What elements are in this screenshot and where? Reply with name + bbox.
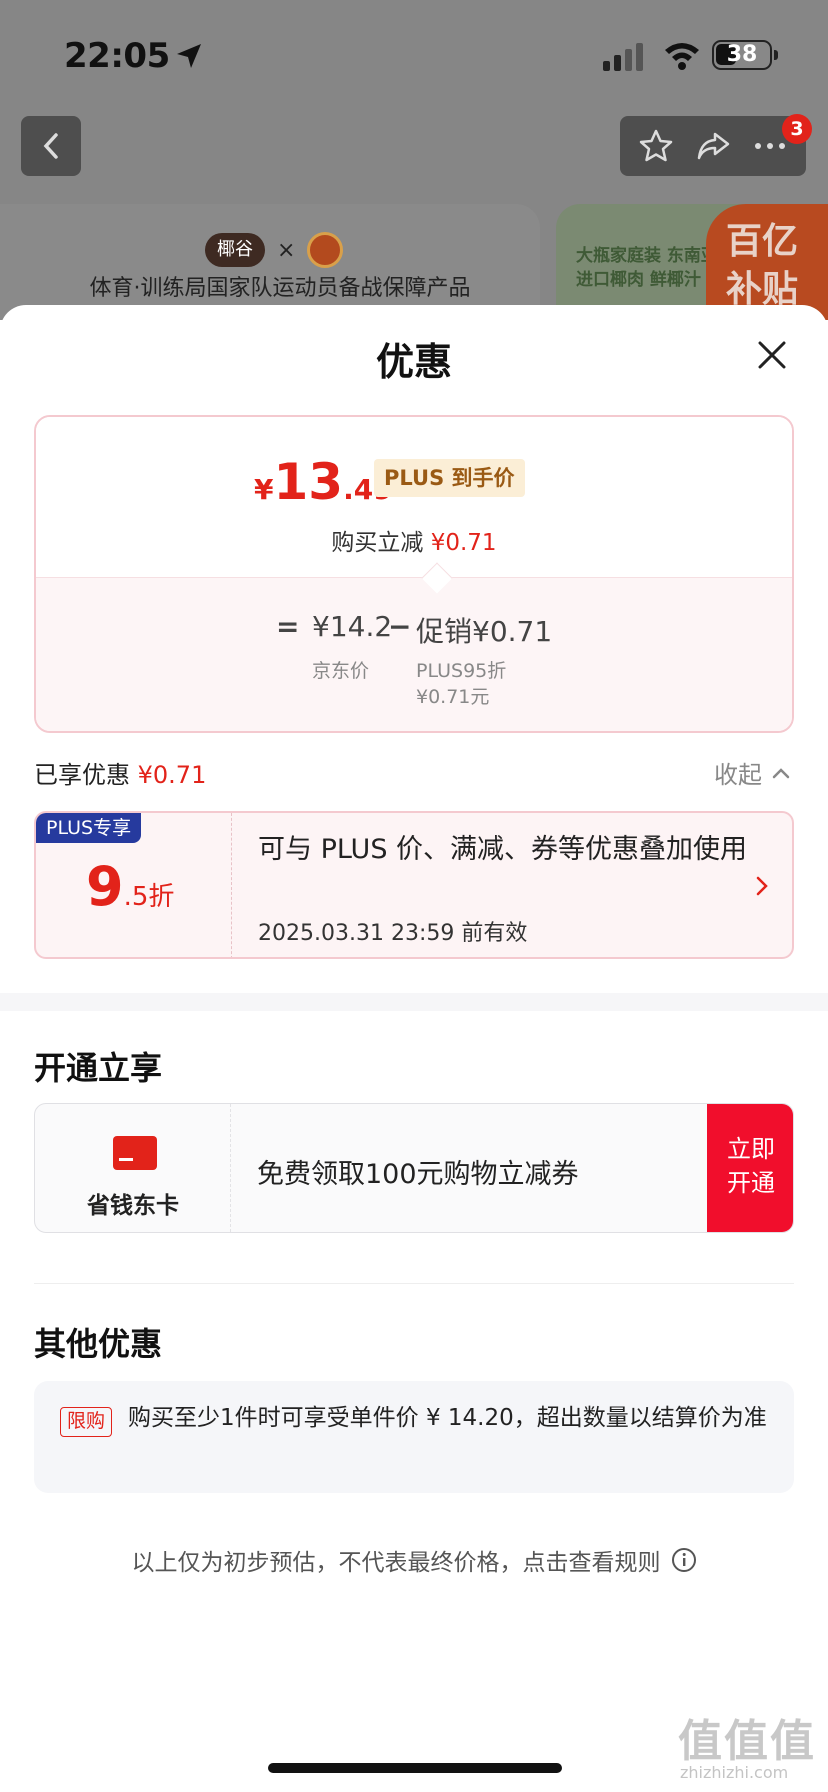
enjoyed-discount: 已享优惠 ¥0.71 [34,755,206,790]
thin-divider [34,1283,794,1284]
plus-coupon-card[interactable]: PLUS专享 9 .5折 可与 PLUS 价、满减、券等优惠叠加使用 2025.… [34,811,794,959]
plus-discount-amount: ¥0.71元 [416,686,490,708]
brand-logo: 椰谷 [205,233,265,267]
wifi-icon [665,43,699,70]
credit-card-icon [113,1136,157,1170]
chevron-right-icon [756,876,768,896]
price-yen: ¥ [254,473,274,506]
coupon-description: 可与 PLUS 价、满减、券等优惠叠加使用 [258,834,748,865]
final-price: ¥ 13 .49 [254,453,393,511]
back-button[interactable] [21,116,81,176]
location-arrow-icon [177,44,201,68]
battery-percent: 38 [726,42,758,67]
minus-sign: − [388,610,412,643]
favorite-button[interactable] [636,126,676,166]
coupon-validity: 2025.03.31 23:59 前有效 [258,921,528,946]
coupon-discount: 9 .5折 [86,855,174,918]
home-indicator [268,1763,562,1773]
plus-price-tag: PLUS 到手价 [374,459,525,497]
jd-price-label: 京东价 [312,660,370,682]
final-price-section: ¥ 13 .49 PLUS 到手价 购买立减 ¥0.71 [36,417,792,577]
section-divider [0,993,828,1011]
brand-slogan: 体育·训练局国家队运动员备战保障产品 [89,276,471,301]
limit-text: 购买至少1件时可享受单件价 ¥ 14.20，超出数量以结算价为准 [128,1405,767,1431]
brand-cross: × [277,237,296,263]
battery-cap [774,50,778,60]
close-icon [758,341,786,369]
purchase-limit-card: 限购 购买至少1件时可享受单件价 ¥ 14.20，超出数量以结算价为准 [34,1381,794,1493]
product-image-text: 大瓶家庭装 东南亚进口椰肉 鲜椰汁 [576,246,718,290]
top-action-group [620,116,806,176]
rules-link[interactable]: 以上仅为初步预估，不代表最终价格，点击查看规则 [0,1543,828,1577]
reduction-label: 购买立减 [331,530,424,556]
star-icon [640,129,673,162]
saver-card-offer: 省钱东卡 免费领取100元购物立减券 立即开通 [34,1103,794,1233]
plus-discount-rate: PLUS95折 [416,660,507,682]
status-bar: 22:05 38 [0,0,828,110]
price-calc-section: = ¥14.2 − 促销¥0.71 京东价 PLUS95折 ¥0.71元 [36,577,792,731]
enjoyed-label: 已享优惠 [34,761,130,789]
subsidy-badge: 百亿补贴 [706,204,828,320]
product-image-banner: 大瓶家庭装 东南亚进口椰肉 鲜椰汁 百亿补贴 [556,204,828,320]
saver-card-name: 省钱东卡 [87,1193,179,1219]
national-team-seal-icon [307,232,344,268]
discount-fraction: .5折 [123,882,175,912]
open-section-title: 开通立享 [34,1049,163,1087]
plus-exclusive-tag: PLUS专享 [36,813,142,843]
discount-sheet: 优惠 ¥ 13 .49 PLUS 到手价 购买立减 ¥0.71 = ¥14.2 … [0,305,828,1792]
coupon-discount-area: PLUS专享 9 .5折 [36,813,232,957]
promo-value: 促销¥0.71 [416,615,553,648]
reduction-amount: ¥0.71 [430,530,497,556]
open-now-button[interactable]: 立即开通 [707,1104,793,1232]
price-breakdown-card: ¥ 13 .49 PLUS 到手价 购买立减 ¥0.71 = ¥14.2 − 促… [34,415,794,733]
price-integer: 13 [273,453,344,511]
cellular-signal-icon [603,43,643,71]
collapse-button[interactable]: 收起 [714,755,790,790]
battery-icon: 38 [712,40,772,70]
instant-reduction: 购买立减 ¥0.71 [36,523,792,557]
more-dots-icon [754,143,785,149]
share-button[interactable] [693,126,733,166]
jd-price-value: ¥14.2 [312,610,393,643]
status-time: 22:05 [64,36,170,76]
share-icon [697,132,730,160]
chevron-left-icon [43,133,58,159]
brand-row: 椰谷 × [205,232,344,268]
close-button[interactable] [752,335,792,375]
other-section-title: 其他优惠 [34,1325,163,1363]
info-icon [671,1548,696,1572]
chevron-up-icon [772,767,790,778]
limit-tag: 限购 [60,1407,113,1437]
watermark-url: zhizhizhi.com [680,1763,789,1782]
equals-sign: = [276,610,300,643]
saver-card-desc: 免费领取100元购物立减券 [257,1159,579,1190]
watermark: 值值值 [678,1716,816,1767]
disclaimer-text: 以上仅为初步预估，不代表最终价格，点击查看规则 [131,1550,661,1576]
discount-integer: 9 [86,855,124,918]
saver-card-left: 省钱东卡 [35,1104,231,1232]
sheet-title: 优惠 [375,340,452,384]
plus-discount-detail: PLUS95折 ¥0.71元 [416,658,506,710]
collapse-label: 收起 [714,761,762,789]
notification-badge: 3 [782,114,812,144]
enjoyed-amount: ¥0.71 [137,761,207,789]
